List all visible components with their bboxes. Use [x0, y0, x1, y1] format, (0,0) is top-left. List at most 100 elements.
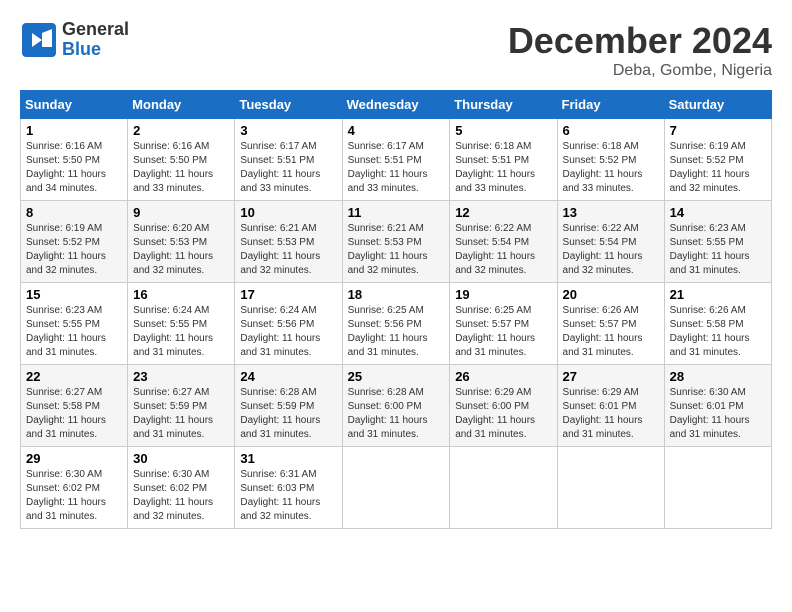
day-info: Sunrise: 6:24 AMSunset: 5:56 PMDaylight:…	[240, 304, 336, 360]
calendar-cell: 4Sunrise: 6:17 AMSunset: 5:51 PMDaylight…	[342, 119, 450, 201]
calendar-cell: 21 Sunrise: 6:26 AMSunset: 5:58 PMDayligh…	[664, 283, 771, 365]
day-number: 7	[670, 123, 766, 138]
day-number: 2	[133, 123, 229, 138]
logo-text-line1: General	[62, 20, 129, 40]
day-number: 26	[455, 369, 551, 384]
calendar-cell: 28 Sunrise: 6:30 AMSunset: 6:01 PMDayligh…	[664, 365, 771, 447]
calendar-cell: 9 Sunrise: 6:20 AMSunset: 5:53 PMDaylight…	[128, 201, 235, 283]
calendar-cell: 30Sunrise: 6:30 AMSunset: 6:02 PMDayligh…	[128, 447, 235, 529]
calendar-cell: 2 Sunrise: 6:16 AMSunset: 5:50 PMDaylight…	[128, 119, 235, 201]
calendar-cell: 20Sunrise: 6:26 AMSunset: 5:57 PMDayligh…	[557, 283, 664, 365]
calendar-table: SundayMondayTuesdayWednesdayThursdayFrid…	[20, 90, 772, 529]
header-cell-tuesday: Tuesday	[235, 91, 342, 119]
month-title: December 2024	[508, 20, 772, 62]
day-number: 14	[670, 205, 766, 220]
day-info: Sunrise: 6:19 AMSunset: 5:52 PMDaylight:…	[26, 222, 122, 278]
day-number: 6	[563, 123, 659, 138]
calendar-cell: 10 Sunrise: 6:21 AMSunset: 5:53 PMDayligh…	[235, 201, 342, 283]
calendar-cell: 3Sunrise: 6:17 AMSunset: 5:51 PMDaylight…	[235, 119, 342, 201]
logo: General Blue	[20, 20, 129, 60]
header-cell-sunday: Sunday	[21, 91, 128, 119]
day-info: Sunrise: 6:27 AMSunset: 5:58 PMDaylight:…	[26, 386, 122, 442]
day-info: Sunrise: 6:29 AMSunset: 6:01 PMDaylight:…	[563, 386, 659, 442]
day-info: Sunrise: 6:20 AMSunset: 5:53 PMDaylight:…	[133, 222, 229, 278]
calendar-cell: 8 Sunrise: 6:19 AMSunset: 5:52 PMDaylight…	[21, 201, 128, 283]
day-info: Sunrise: 6:21 AMSunset: 5:53 PMDaylight:…	[348, 222, 445, 278]
calendar-row: 15Sunrise: 6:23 AMSunset: 5:55 PMDayligh…	[21, 283, 772, 365]
day-info: Sunrise: 6:30 AMSunset: 6:02 PMDaylight:…	[26, 468, 122, 524]
calendar-cell: 6 Sunrise: 6:18 AMSunset: 5:52 PMDaylight…	[557, 119, 664, 201]
day-info: Sunrise: 6:22 AMSunset: 5:54 PMDaylight:…	[455, 222, 551, 278]
header-cell-wednesday: Wednesday	[342, 91, 450, 119]
day-number: 16	[133, 287, 229, 302]
page-header: General Blue December 2024 Deba, Gombe, …	[20, 20, 772, 80]
calendar-cell: 1 Sunrise: 6:16 AMSunset: 5:50 PMDaylight…	[21, 119, 128, 201]
day-number: 27	[563, 369, 659, 384]
day-info: Sunrise: 6:27 AMSunset: 5:59 PMDaylight:…	[133, 386, 229, 442]
day-info: Sunrise: 6:25 AMSunset: 5:56 PMDaylight:…	[348, 304, 445, 360]
day-number: 11	[348, 205, 445, 220]
calendar-cell: 29 Sunrise: 6:30 AMSunset: 6:02 PMDayligh…	[21, 447, 128, 529]
day-info: Sunrise: 6:18 AMSunset: 5:52 PMDaylight:…	[563, 140, 659, 196]
header-cell-saturday: Saturday	[664, 91, 771, 119]
location: Deba, Gombe, Nigeria	[508, 62, 772, 80]
calendar-cell: 16Sunrise: 6:24 AMSunset: 5:55 PMDayligh…	[128, 283, 235, 365]
day-info: Sunrise: 6:23 AMSunset: 5:55 PMDaylight:…	[670, 222, 766, 278]
calendar-cell: 11 Sunrise: 6:21 AMSunset: 5:53 PMDayligh…	[342, 201, 450, 283]
day-info: Sunrise: 6:30 AMSunset: 6:01 PMDaylight:…	[670, 386, 766, 442]
day-info: Sunrise: 6:29 AMSunset: 6:00 PMDaylight:…	[455, 386, 551, 442]
day-info: Sunrise: 6:25 AMSunset: 5:57 PMDaylight:…	[455, 304, 551, 360]
calendar-row: 1 Sunrise: 6:16 AMSunset: 5:50 PMDaylight…	[21, 119, 772, 201]
calendar-cell: 24Sunrise: 6:28 AMSunset: 5:59 PMDayligh…	[235, 365, 342, 447]
day-number: 8	[26, 205, 122, 220]
day-number: 12	[455, 205, 551, 220]
day-number: 1	[26, 123, 122, 138]
logo-icon	[20, 21, 58, 59]
calendar-cell: 13 Sunrise: 6:22 AMSunset: 5:54 PMDayligh…	[557, 201, 664, 283]
calendar-cell	[450, 447, 557, 529]
day-number: 9	[133, 205, 229, 220]
day-number: 13	[563, 205, 659, 220]
calendar-cell: 26 Sunrise: 6:29 AMSunset: 6:00 PMDayligh…	[450, 365, 557, 447]
calendar-cell: 22Sunrise: 6:27 AMSunset: 5:58 PMDayligh…	[21, 365, 128, 447]
header-cell-friday: Friday	[557, 91, 664, 119]
calendar-header-row: SundayMondayTuesdayWednesdayThursdayFrid…	[21, 91, 772, 119]
day-info: Sunrise: 6:18 AMSunset: 5:51 PMDaylight:…	[455, 140, 551, 196]
day-info: Sunrise: 6:22 AMSunset: 5:54 PMDaylight:…	[563, 222, 659, 278]
day-info: Sunrise: 6:31 AMSunset: 6:03 PMDaylight:…	[240, 468, 336, 524]
calendar-row: 8 Sunrise: 6:19 AMSunset: 5:52 PMDaylight…	[21, 201, 772, 283]
calendar-cell	[342, 447, 450, 529]
calendar-cell: 31 Sunrise: 6:31 AMSunset: 6:03 PMDayligh…	[235, 447, 342, 529]
day-info: Sunrise: 6:26 AMSunset: 5:58 PMDaylight:…	[670, 304, 766, 360]
day-number: 4	[348, 123, 445, 138]
day-info: Sunrise: 6:19 AMSunset: 5:52 PMDaylight:…	[670, 140, 766, 196]
day-info: Sunrise: 6:17 AMSunset: 5:51 PMDaylight:…	[240, 140, 336, 196]
calendar-cell: 18Sunrise: 6:25 AMSunset: 5:56 PMDayligh…	[342, 283, 450, 365]
day-info: Sunrise: 6:16 AMSunset: 5:50 PMDaylight:…	[26, 140, 122, 196]
day-info: Sunrise: 6:28 AMSunset: 6:00 PMDaylight:…	[348, 386, 445, 442]
header-cell-monday: Monday	[128, 91, 235, 119]
day-number: 21	[670, 287, 766, 302]
day-number: 20	[563, 287, 659, 302]
day-number: 29	[26, 451, 122, 466]
day-info: Sunrise: 6:16 AMSunset: 5:50 PMDaylight:…	[133, 140, 229, 196]
calendar-cell: 25 Sunrise: 6:28 AMSunset: 6:00 PMDayligh…	[342, 365, 450, 447]
day-number: 5	[455, 123, 551, 138]
calendar-cell: 15Sunrise: 6:23 AMSunset: 5:55 PMDayligh…	[21, 283, 128, 365]
calendar-cell: 12 Sunrise: 6:22 AMSunset: 5:54 PMDayligh…	[450, 201, 557, 283]
calendar-cell	[664, 447, 771, 529]
day-number: 10	[240, 205, 336, 220]
calendar-cell: 7 Sunrise: 6:19 AMSunset: 5:52 PMDaylight…	[664, 119, 771, 201]
day-number: 31	[240, 451, 336, 466]
calendar-cell: 14 Sunrise: 6:23 AMSunset: 5:55 PMDayligh…	[664, 201, 771, 283]
day-number: 25	[348, 369, 445, 384]
day-info: Sunrise: 6:21 AMSunset: 5:53 PMDaylight:…	[240, 222, 336, 278]
calendar-cell: 17Sunrise: 6:24 AMSunset: 5:56 PMDayligh…	[235, 283, 342, 365]
day-number: 19	[455, 287, 551, 302]
day-number: 30	[133, 451, 229, 466]
day-number: 28	[670, 369, 766, 384]
calendar-row: 22Sunrise: 6:27 AMSunset: 5:58 PMDayligh…	[21, 365, 772, 447]
calendar-row: 29 Sunrise: 6:30 AMSunset: 6:02 PMDayligh…	[21, 447, 772, 529]
calendar-cell: 27 Sunrise: 6:29 AMSunset: 6:01 PMDayligh…	[557, 365, 664, 447]
day-info: Sunrise: 6:28 AMSunset: 5:59 PMDaylight:…	[240, 386, 336, 442]
